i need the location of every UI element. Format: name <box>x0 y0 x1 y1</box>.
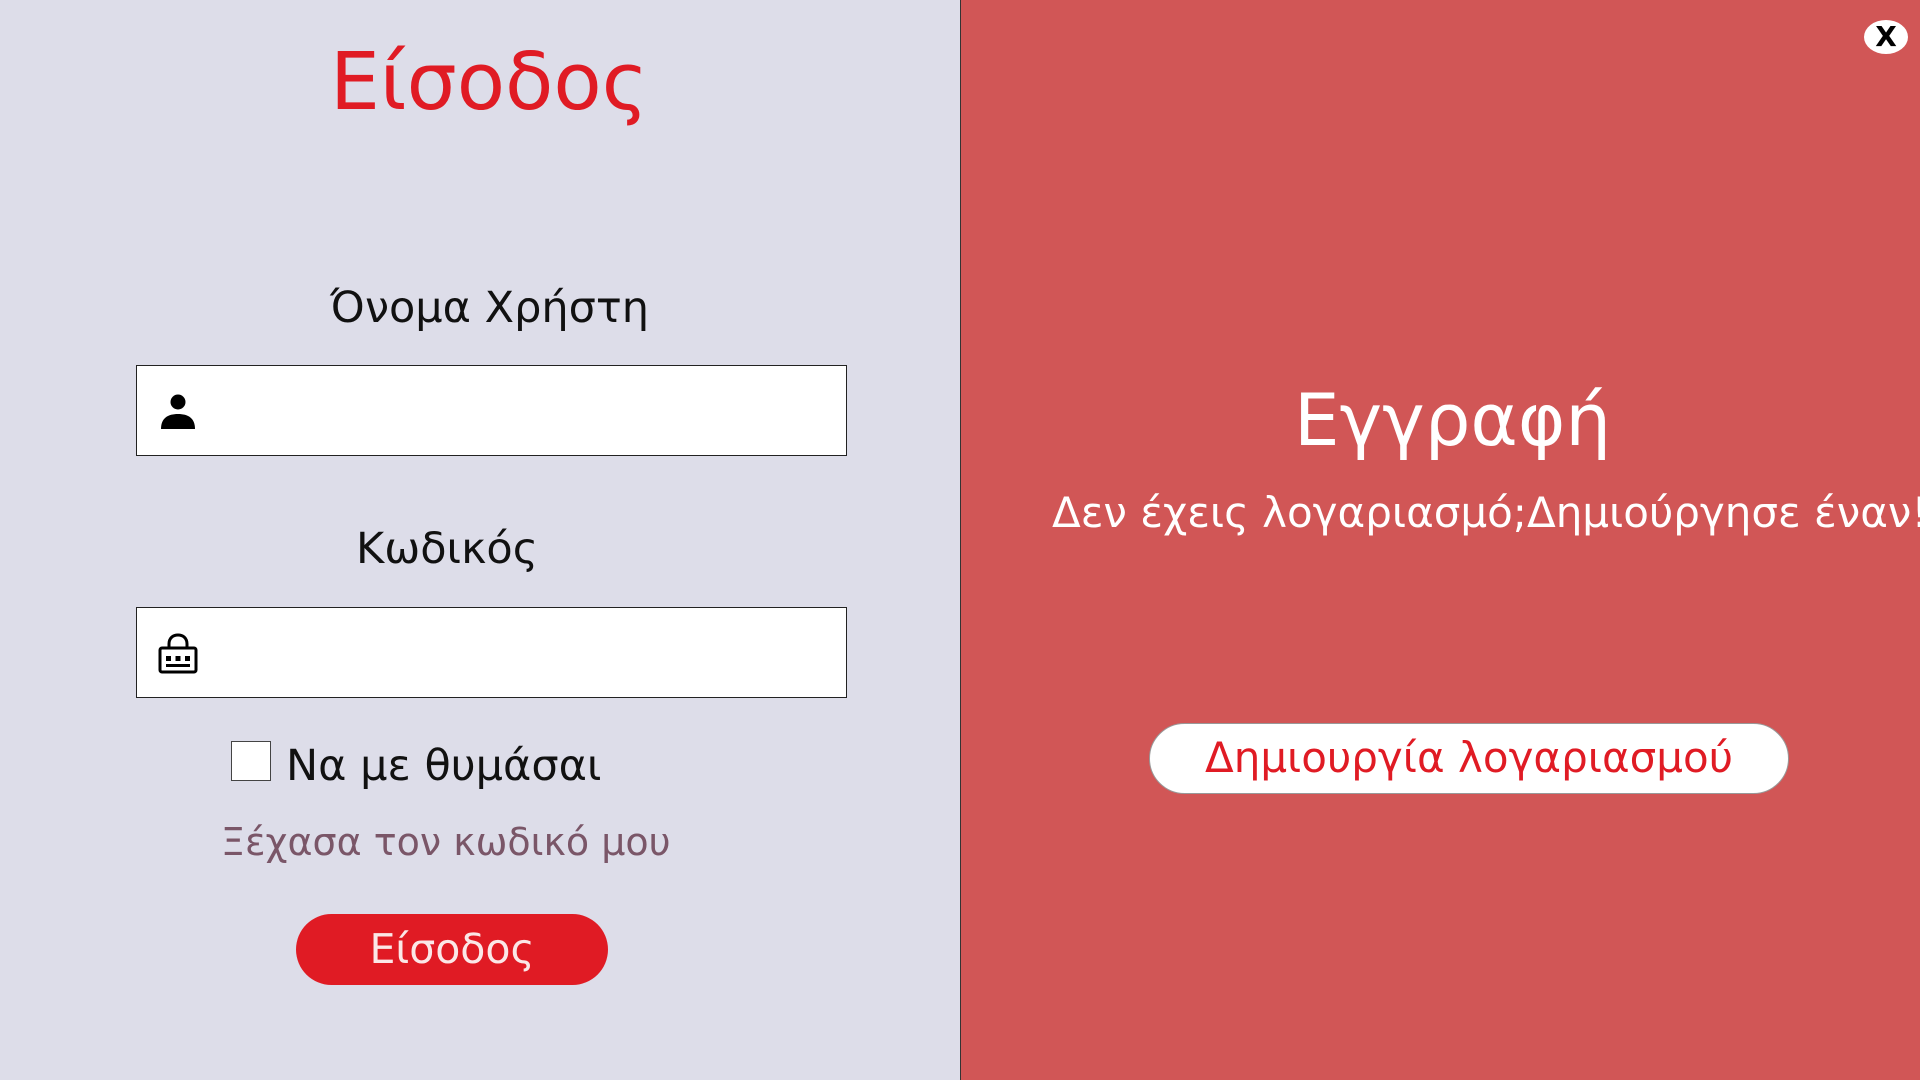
forgot-password-link[interactable]: Ξέχασα τον κωδικό μου <box>221 817 671 867</box>
register-title: Εγγραφή <box>1294 378 1612 462</box>
login-window: Είσοδος Όνομα Χρήστη Κωδικός Να με θυμάσ… <box>0 0 1920 1080</box>
password-label: Κωδικός <box>356 524 538 574</box>
register-panel: X Εγγραφή Δεν έχεις λογαριασμό;Δημιούργη… <box>960 0 1920 1080</box>
password-field[interactable] <box>136 607 847 698</box>
keyboard-icon <box>158 633 198 674</box>
login-button[interactable]: Είσοδος <box>296 914 608 985</box>
login-title: Είσοδος <box>330 36 649 128</box>
close-button[interactable]: X <box>1864 20 1908 54</box>
login-button-label: Είσοδος <box>369 925 535 973</box>
remember-me-label: Να με θυμάσαι <box>286 741 602 791</box>
username-label: Όνομα Χρήστη <box>330 283 650 333</box>
user-icon <box>161 394 195 429</box>
username-field[interactable] <box>136 365 847 456</box>
register-subtitle: Δεν έχεις λογαριασμό;Δημιούργησε έναν! <box>1052 488 1920 537</box>
create-account-button[interactable]: Δημιουργία λογαριασμού <box>1149 723 1789 794</box>
password-input[interactable] <box>217 618 831 688</box>
remember-me-checkbox[interactable] <box>231 741 271 781</box>
login-panel: Είσοδος Όνομα Χρήστη Κωδικός Να με θυμάσ… <box>0 0 960 1080</box>
username-input[interactable] <box>217 376 831 446</box>
